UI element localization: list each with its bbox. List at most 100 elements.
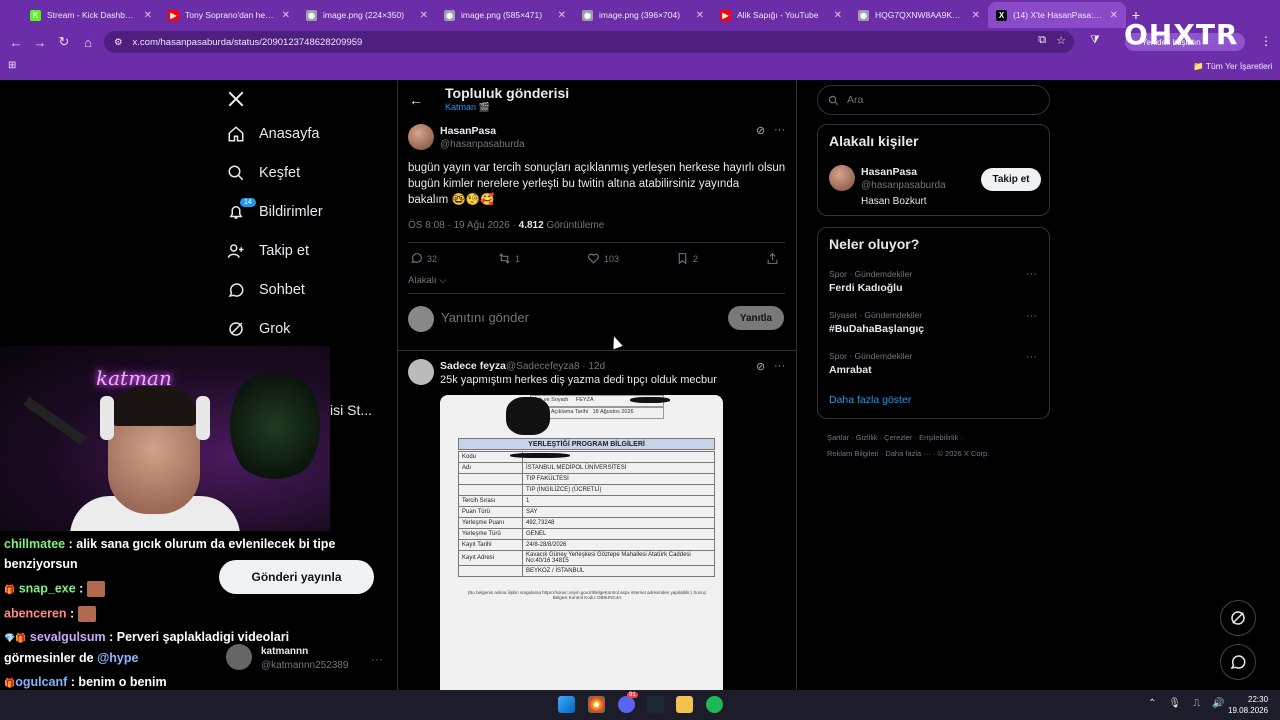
sort-dropdown[interactable]: Alakalı ⌵: [408, 275, 446, 286]
tray-chevron-icon[interactable]: ⌃: [1148, 698, 1156, 709]
trend-name[interactable]: Ferdi Kadıoğlu: [829, 282, 903, 294]
network-icon[interactable]: ⎍: [1193, 698, 1200, 709]
close-icon[interactable]: ✕: [420, 10, 428, 21]
url-text[interactable]: x.com/hasanpasaburda/status/209012374862…: [133, 37, 363, 48]
steam-icon[interactable]: [647, 696, 664, 713]
site-info-icon[interactable]: ⚙: [114, 37, 123, 48]
trend-name[interactable]: #BuDahaBaşlangıç: [829, 323, 924, 335]
tab-favicon-icon: ◉: [444, 9, 455, 21]
tweet-actions: 32 1 103 2: [410, 252, 790, 266]
grok-fab[interactable]: [1220, 600, 1256, 636]
nav-partial-hidden[interactable]: isi St...: [330, 402, 372, 418]
doc-footer: (Bu belgenin aslına ilişkin sorgulama ht…: [467, 590, 707, 600]
reply-button[interactable]: 32: [410, 252, 437, 265]
messages-fab[interactable]: [1220, 644, 1256, 680]
more-icon[interactable]: ···: [1026, 310, 1037, 322]
home-icon[interactable]: ⌂: [76, 35, 100, 50]
grok-icon[interactable]: ⊘: [756, 360, 765, 373]
extensions-icon[interactable]: ⧩: [1090, 34, 1100, 47]
close-icon[interactable]: ✕: [972, 10, 980, 21]
tab-favicon-icon: X: [996, 9, 1007, 21]
close-icon[interactable]: ✕: [834, 10, 842, 21]
reply-author-handle[interactable]: @Sadecefeyza8 · 12d: [506, 361, 605, 372]
all-bookmarks[interactable]: 📁 Tüm Yer İşaretleri: [1193, 61, 1272, 72]
browser-tab[interactable]: ◉ image.png (396×704) ✕: [574, 2, 712, 28]
bookmark-button[interactable]: 2: [676, 252, 698, 265]
more-icon[interactable]: ···: [1026, 268, 1037, 280]
community-link[interactable]: Katman 🎬: [445, 102, 490, 113]
close-icon[interactable]: ✕: [696, 10, 704, 21]
close-icon[interactable]: ✕: [1110, 10, 1118, 21]
folder-icon[interactable]: [676, 696, 693, 713]
redaction-scribble: [506, 397, 550, 435]
browser-tab[interactable]: ◉ image.png (224×350) ✕: [298, 2, 436, 28]
more-icon[interactable]: ···: [371, 652, 383, 666]
chat-text: :: [70, 606, 75, 621]
browser-tab[interactable]: ▶ Alik Sapığı - YouTube ✕: [712, 2, 850, 28]
more-icon[interactable]: ···: [1026, 351, 1037, 363]
like-button[interactable]: 103: [587, 252, 619, 265]
share-button[interactable]: [766, 252, 779, 265]
nav-chat[interactable]: Sohbet: [215, 270, 395, 309]
follow-button[interactable]: Takip et: [981, 168, 1041, 191]
clock[interactable]: 22:30 19.08.2026: [1228, 694, 1268, 716]
install-icon[interactable]: ⧉: [1038, 34, 1046, 47]
tab-favicon-icon: ▶: [168, 9, 179, 21]
more-icon[interactable]: ···: [774, 360, 785, 372]
tweet-author-name[interactable]: HasanPasa: [440, 125, 496, 137]
person-handle[interactable]: @hasanpasaburda: [861, 180, 946, 191]
doc-value: TIP FAKÜLTESİ: [522, 473, 715, 485]
account-switcher[interactable]: katmannn @katmannn252389 ···: [226, 644, 396, 674]
trend-name[interactable]: Amrabat: [829, 364, 872, 376]
tweet-author-handle[interactable]: @hasanpasaburda: [440, 139, 525, 150]
back-arrow-icon[interactable]: ←: [409, 92, 423, 108]
volume-icon[interactable]: 🔊: [1212, 698, 1224, 709]
doc-value: BEYKOZ / İSTANBUL: [522, 565, 715, 577]
mic-icon[interactable]: 🎙: [1168, 698, 1181, 709]
browser-tab[interactable]: X (14) X'te HasanPasa: "bug ✕: [988, 2, 1126, 28]
forward-icon[interactable]: →: [28, 35, 52, 50]
spotify-icon[interactable]: [706, 696, 723, 713]
close-icon[interactable]: ✕: [282, 10, 290, 21]
reply-input[interactable]: Yanıtını gönder: [441, 310, 529, 325]
start-icon[interactable]: [558, 696, 575, 713]
reply-submit-button[interactable]: Yanıtla: [728, 306, 784, 330]
tweet-time[interactable]: ÖS 8:08 · 19 Ağu 2026 ·: [408, 220, 519, 231]
browser-tab[interactable]: ◉ image.png (585×471) ✕: [436, 2, 574, 28]
reply-image[interactable]: Adı ve Soyadı FEYZA Sonuç Açıklama Tarih…: [440, 395, 723, 720]
person-name[interactable]: HasanPasa: [861, 166, 917, 178]
avatar[interactable]: [408, 359, 434, 385]
close-icon[interactable]: ✕: [558, 10, 566, 21]
nav-home[interactable]: Anasayfa: [215, 114, 395, 153]
browser-tab[interactable]: ▶ Tony Soprano'dan hesap ✕: [160, 2, 298, 28]
nav-explore[interactable]: Keşfet: [215, 153, 395, 192]
retweet-button[interactable]: 1: [498, 252, 520, 265]
search-input[interactable]: Ara: [817, 85, 1050, 115]
nav-notifications[interactable]: 14 Bildirimler: [215, 192, 395, 231]
post-button[interactable]: Gönderi yayınla: [219, 560, 374, 594]
nav-grok[interactable]: Grok: [215, 309, 395, 348]
chat-icon: [228, 282, 244, 297]
footer-line[interactable]: Reklam Bilgileri · Daha fazla ··· · © 20…: [827, 446, 1047, 462]
discord-icon[interactable]: 91: [618, 692, 638, 713]
show-more-link[interactable]: Daha fazla göster: [829, 394, 911, 406]
reply-author-name[interactable]: Sadece feyza: [440, 360, 506, 372]
back-icon[interactable]: ←: [4, 35, 28, 50]
browser-chrome: K Stream - Kick Dashboard ✕ ▶ Tony Soprano'd…: [0, 0, 1280, 80]
footer-line[interactable]: Şartlar · Gizlilik · Çerezler · Erişileb…: [827, 430, 1047, 446]
avatar[interactable]: [829, 165, 855, 191]
close-icon[interactable]: ✕: [144, 10, 152, 21]
star-icon[interactable]: ☆: [1056, 34, 1066, 47]
avatar[interactable]: [408, 124, 434, 150]
x-logo[interactable]: [215, 84, 395, 114]
reload-icon[interactable]: ↻: [52, 34, 76, 50]
browser-menu-icon[interactable]: ⋮: [1260, 34, 1272, 48]
browser-tab[interactable]: K Stream - Kick Dashboard ✕: [22, 2, 160, 28]
apps-icon[interactable]: ⊞: [8, 60, 16, 71]
browser-tab[interactable]: ◉ HQG7QXNW8AA9KYh.jp ✕: [850, 2, 988, 28]
more-icon[interactable]: ···: [774, 124, 785, 136]
address-bar[interactable]: ⚙ x.com/hasanpasaburda/status/2090123748…: [104, 31, 1074, 53]
nav-follow[interactable]: Takip et: [215, 231, 395, 270]
grok-icon[interactable]: ⊘: [756, 124, 765, 137]
chrome-icon[interactable]: [588, 696, 605, 713]
